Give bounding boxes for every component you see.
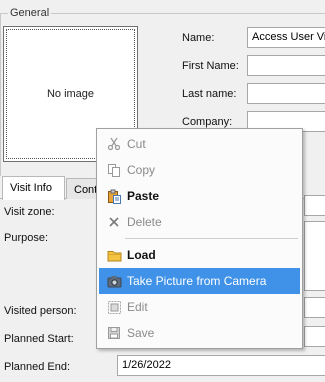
- name-field[interactable]: Access User Visitor: [247, 27, 325, 48]
- copy-icon: [106, 162, 122, 178]
- menu-item-edit[interactable]: Edit: [99, 294, 300, 320]
- first-name-label: First Name:: [182, 60, 239, 72]
- menu-item-label: Cut: [127, 137, 146, 151]
- planned-end-field[interactable]: 1/26/2022: [117, 355, 325, 376]
- menu-item-delete[interactable]: Delete: [99, 209, 300, 235]
- menu-item-label: Load: [127, 248, 156, 262]
- tab-visit-info[interactable]: Visit Info: [2, 176, 65, 200]
- name-label: Name:: [182, 32, 215, 44]
- visit-zone-label: Visit zone:: [4, 206, 55, 218]
- menu-item-paste[interactable]: Paste: [99, 183, 300, 209]
- menu-item-label: Take Picture from Camera: [127, 274, 267, 288]
- visited-person-field[interactable]: [304, 297, 325, 318]
- planned-start-field[interactable]: [304, 326, 325, 347]
- menu-item-copy[interactable]: Copy: [99, 157, 300, 183]
- floppy-disk-icon: [106, 325, 122, 341]
- camera-icon: [106, 273, 122, 289]
- purpose-label: Purpose:: [4, 232, 49, 244]
- menu-item-label: Edit: [127, 300, 148, 314]
- purpose-field[interactable]: [304, 221, 325, 291]
- menu-item-save[interactable]: Save: [99, 320, 300, 346]
- edit-icon: [106, 299, 122, 315]
- menu-separator: [125, 238, 298, 239]
- visited-person-label: Visited person:: [4, 305, 77, 317]
- menu-item-load[interactable]: Load: [99, 242, 300, 268]
- delete-x-icon: [106, 214, 122, 230]
- planned-end-label: Planned End:: [4, 361, 71, 373]
- tab-contact[interactable]: Contact: [66, 178, 100, 199]
- first-name-field[interactable]: [247, 55, 325, 76]
- menu-item-label: Copy: [127, 163, 156, 177]
- context-menu: Cut Copy Paste Delete Load Take Picture …: [96, 128, 303, 349]
- group-box-left-border: [0, 13, 1, 176]
- company-label: Company:: [182, 116, 233, 128]
- menu-item-label: Save: [127, 326, 155, 340]
- group-title-general: General: [8, 7, 52, 19]
- menu-item-label: Delete: [127, 215, 162, 229]
- scissors-icon: [106, 136, 122, 152]
- no-image-placeholder: No image: [46, 88, 95, 100]
- menu-item-take-picture[interactable]: Take Picture from Camera: [99, 268, 300, 294]
- last-name-label: Last name:: [182, 88, 237, 100]
- clipboard-paste-icon: [106, 188, 122, 204]
- folder-icon: [106, 247, 122, 263]
- menu-item-label: Paste: [127, 189, 160, 203]
- visit-zone-field[interactable]: [304, 195, 325, 216]
- last-name-field[interactable]: [247, 83, 325, 104]
- planned-start-label: Planned Start:: [4, 333, 74, 345]
- menu-item-cut[interactable]: Cut: [99, 131, 300, 157]
